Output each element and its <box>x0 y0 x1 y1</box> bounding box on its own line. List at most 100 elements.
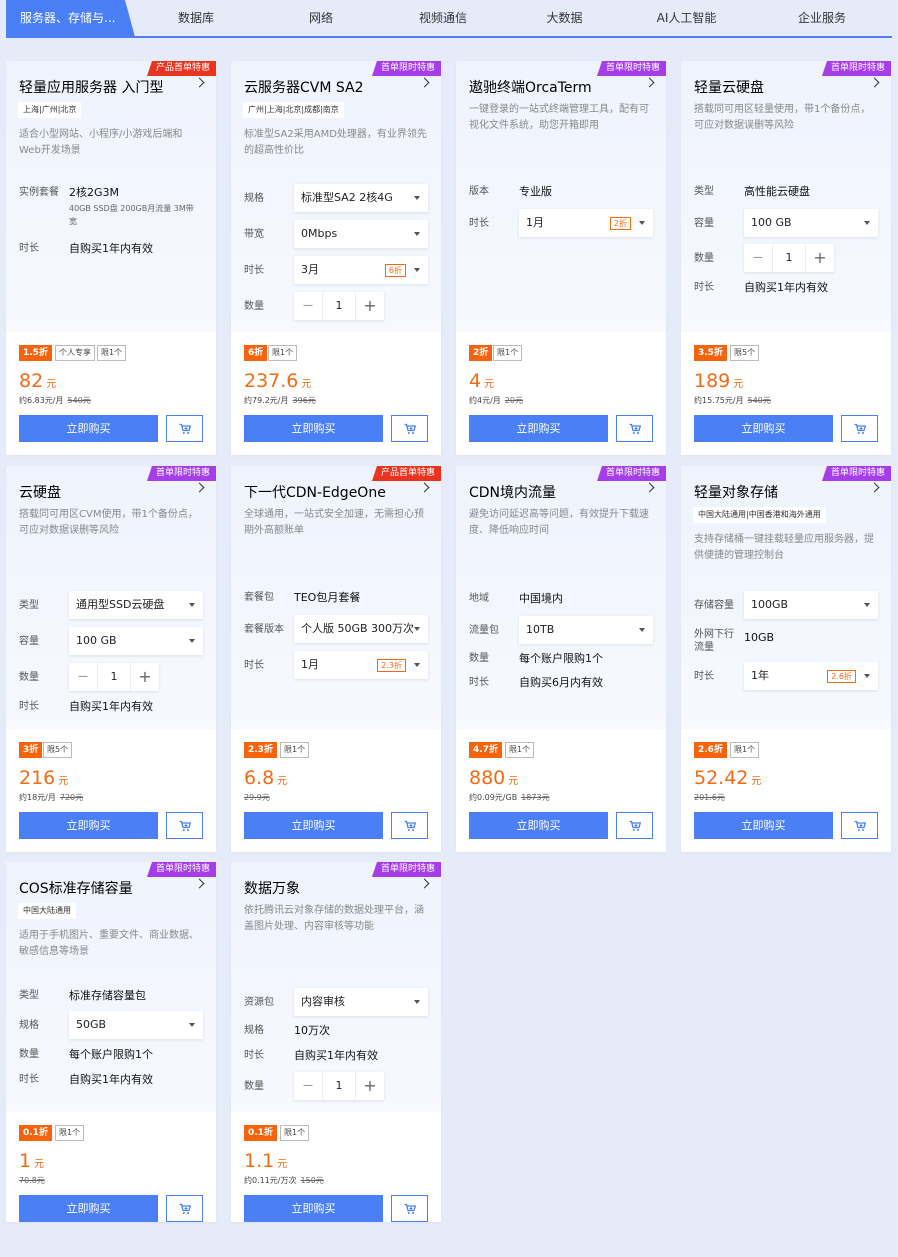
tab-5[interactable]: AI人工智能 <box>621 0 752 37</box>
spec-select[interactable]: 1月 2.3折 <box>294 651 428 679</box>
card-title[interactable]: 轻量对象存储 <box>694 482 778 502</box>
region-tag: 中国大陆通用|中国香港和海外通用 <box>693 507 826 523</box>
add-to-cart-button[interactable] <box>166 812 203 839</box>
discount-badge: 2折 <box>609 217 631 230</box>
spec-row: 带宽 0Mbps <box>244 220 434 248</box>
product-card: 首单限时特惠 遨驰终端OrcaTerm 一键登录的一站式终端管理工具，配有可视化文件… <box>456 61 666 455</box>
product-card: 首单限时特惠 云服务器CVM SA2 广州|上海|北京|成都|南京 标准型SA2采用A… <box>231 61 441 455</box>
spec-label: 时长 <box>244 1050 264 1061</box>
spec-label: 套餐包 <box>244 592 274 603</box>
spec-select[interactable]: 个人版 50GB 300万次请求 <box>294 615 428 643</box>
spec-select[interactable]: 1年 2.6折 <box>744 662 878 690</box>
buy-now-button[interactable]: 立即购买 <box>19 415 158 442</box>
add-to-cart-button[interactable] <box>391 415 428 442</box>
spec-select[interactable]: 内容审核 <box>294 988 428 1016</box>
price: 189 元 <box>694 370 743 392</box>
minus-button[interactable]: — <box>744 244 772 272</box>
add-to-cart-button[interactable] <box>166 415 203 442</box>
promo-ribbon: 首单限时特惠 <box>596 466 666 481</box>
minus-button[interactable]: — <box>69 663 97 691</box>
spec-select[interactable]: 100 GB <box>69 627 203 655</box>
buy-now-button[interactable]: 立即购买 <box>19 812 158 839</box>
spec-row: 外网下行流量 10GB <box>694 628 884 653</box>
price-value: 216 <box>19 767 56 789</box>
card-title[interactable]: 遨驰终端OrcaTerm <box>469 77 592 97</box>
spec-select[interactable]: 0Mbps <box>294 220 428 248</box>
plus-button[interactable]: + <box>356 292 384 320</box>
per-unit-price: 约6.83元/月 <box>19 396 64 405</box>
tab-4[interactable]: 大数据 <box>508 0 621 37</box>
spec-select[interactable]: 100GB <box>744 591 878 619</box>
buy-now-button[interactable]: 立即购买 <box>469 415 608 442</box>
card-title[interactable]: 轻量云硬盘 <box>694 77 764 97</box>
add-to-cart-button[interactable] <box>616 812 653 839</box>
spec-select[interactable]: 通用型SSD云硬盘 <box>69 591 203 619</box>
buy-now-button[interactable]: 立即购买 <box>694 415 833 442</box>
spec-row: 存储容量 100GB <box>694 591 884 619</box>
card-title[interactable]: 云服务器CVM SA2 <box>244 77 364 97</box>
buy-now-button[interactable]: 立即购买 <box>244 812 383 839</box>
limit-tags: 限1个 <box>730 742 760 758</box>
tab-3[interactable]: 视频通信 <box>378 0 508 37</box>
buy-now-button[interactable]: 立即购买 <box>244 1195 383 1222</box>
chevron-down-icon <box>639 628 645 632</box>
price: 1元 <box>19 1150 44 1172</box>
spec-select[interactable]: 50GB <box>69 1011 203 1039</box>
quantity-value[interactable]: 1 <box>322 292 356 320</box>
minus-button[interactable]: — <box>294 292 322 320</box>
spec-select[interactable]: 10TB <box>519 616 653 644</box>
promo-ribbon: 产品首单特惠 <box>146 61 216 76</box>
discount-badge: 6折 <box>384 264 406 277</box>
add-to-cart-button[interactable] <box>391 812 428 839</box>
promo-ribbon: 首单限时特惠 <box>371 61 441 76</box>
spec-row: 时长 1月 2折 <box>469 209 659 237</box>
price: 52.42 元 <box>694 767 761 789</box>
card-title[interactable]: 数据万象 <box>244 878 300 898</box>
spec-label: 外网下行流量 <box>694 629 734 653</box>
spec-label: 时长 <box>244 660 264 671</box>
spec-row: 时长 自购买1年内有效 <box>244 1046 434 1066</box>
buy-now-button[interactable]: 立即购买 <box>469 812 608 839</box>
minus-button[interactable]: — <box>294 1072 322 1100</box>
spec-select[interactable]: 1月 2折 <box>519 209 653 237</box>
spec-select[interactable]: 100 GB <box>744 209 878 237</box>
plus-button[interactable]: + <box>356 1072 384 1100</box>
card-description: 依托腾讯云对象存储的数据处理平台，涵盖图片处理、内容审核等功能 <box>244 905 424 932</box>
add-to-cart-button[interactable] <box>616 415 653 442</box>
quantity-value[interactable]: 1 <box>322 1072 356 1100</box>
tab-1[interactable]: 数据库 <box>128 0 264 37</box>
quantity-stepper: —1 + <box>294 292 384 320</box>
plus-button[interactable]: + <box>131 663 159 691</box>
card-title[interactable]: 下一代CDN-EdgeOne <box>244 482 386 502</box>
add-to-cart-button[interactable] <box>166 1195 203 1222</box>
card-description: 一键登录的一站式终端管理工具，配有可视化文件系统，助您开箱即用 <box>469 104 649 131</box>
product-card: 首单限时特惠 云硬盘 搭载同可用区CVM使用，带1个备份点，可应对数据误删等风险 类型… <box>6 466 216 852</box>
card-title[interactable]: 轻量应用服务器 入门型 <box>19 77 163 97</box>
spec-select[interactable]: 标准型SA2 2核4G <box>294 184 428 212</box>
spec-label: 时长 <box>694 671 714 682</box>
tab-2[interactable]: 网络 <box>264 0 378 37</box>
plus-button[interactable]: + <box>806 244 834 272</box>
card-title[interactable]: CDN境内流量 <box>469 482 556 502</box>
tab-0[interactable]: 服务器、存储与... <box>6 0 135 37</box>
spec-select[interactable]: 3月 6折 <box>294 256 428 284</box>
buy-now-button[interactable]: 立即购买 <box>694 812 833 839</box>
spec-value: TEO包月套餐 <box>294 591 361 604</box>
add-to-cart-button[interactable] <box>841 415 878 442</box>
purchase-area: 2折 限1个 4 元约4元/月 20元 立即购买 <box>456 332 666 455</box>
add-to-cart-button[interactable] <box>391 1195 428 1222</box>
buy-now-button[interactable]: 立即购买 <box>19 1195 158 1222</box>
promo-ribbon: 首单限时特惠 <box>596 61 666 76</box>
card-title[interactable]: 云硬盘 <box>19 482 61 502</box>
price: 237.6 元 <box>244 370 311 392</box>
card-title[interactable]: COS标准存储容量 <box>19 878 133 898</box>
quantity-value[interactable]: 1 <box>772 244 806 272</box>
quantity-value[interactable]: 1 <box>97 663 131 691</box>
purchase-area: 3折 限5个 216 元约18元/月 720元 立即购买 <box>6 729 216 852</box>
spec-row: 套餐版本 个人版 50GB 300万次请求 <box>244 615 434 643</box>
tab-6[interactable]: 企业服务 <box>752 0 892 37</box>
quantity-stepper: —1 + <box>69 663 159 691</box>
buy-now-button[interactable]: 立即购买 <box>244 415 383 442</box>
add-to-cart-button[interactable] <box>841 812 878 839</box>
spec-row: 时长 1年 2.6折 <box>694 662 884 690</box>
